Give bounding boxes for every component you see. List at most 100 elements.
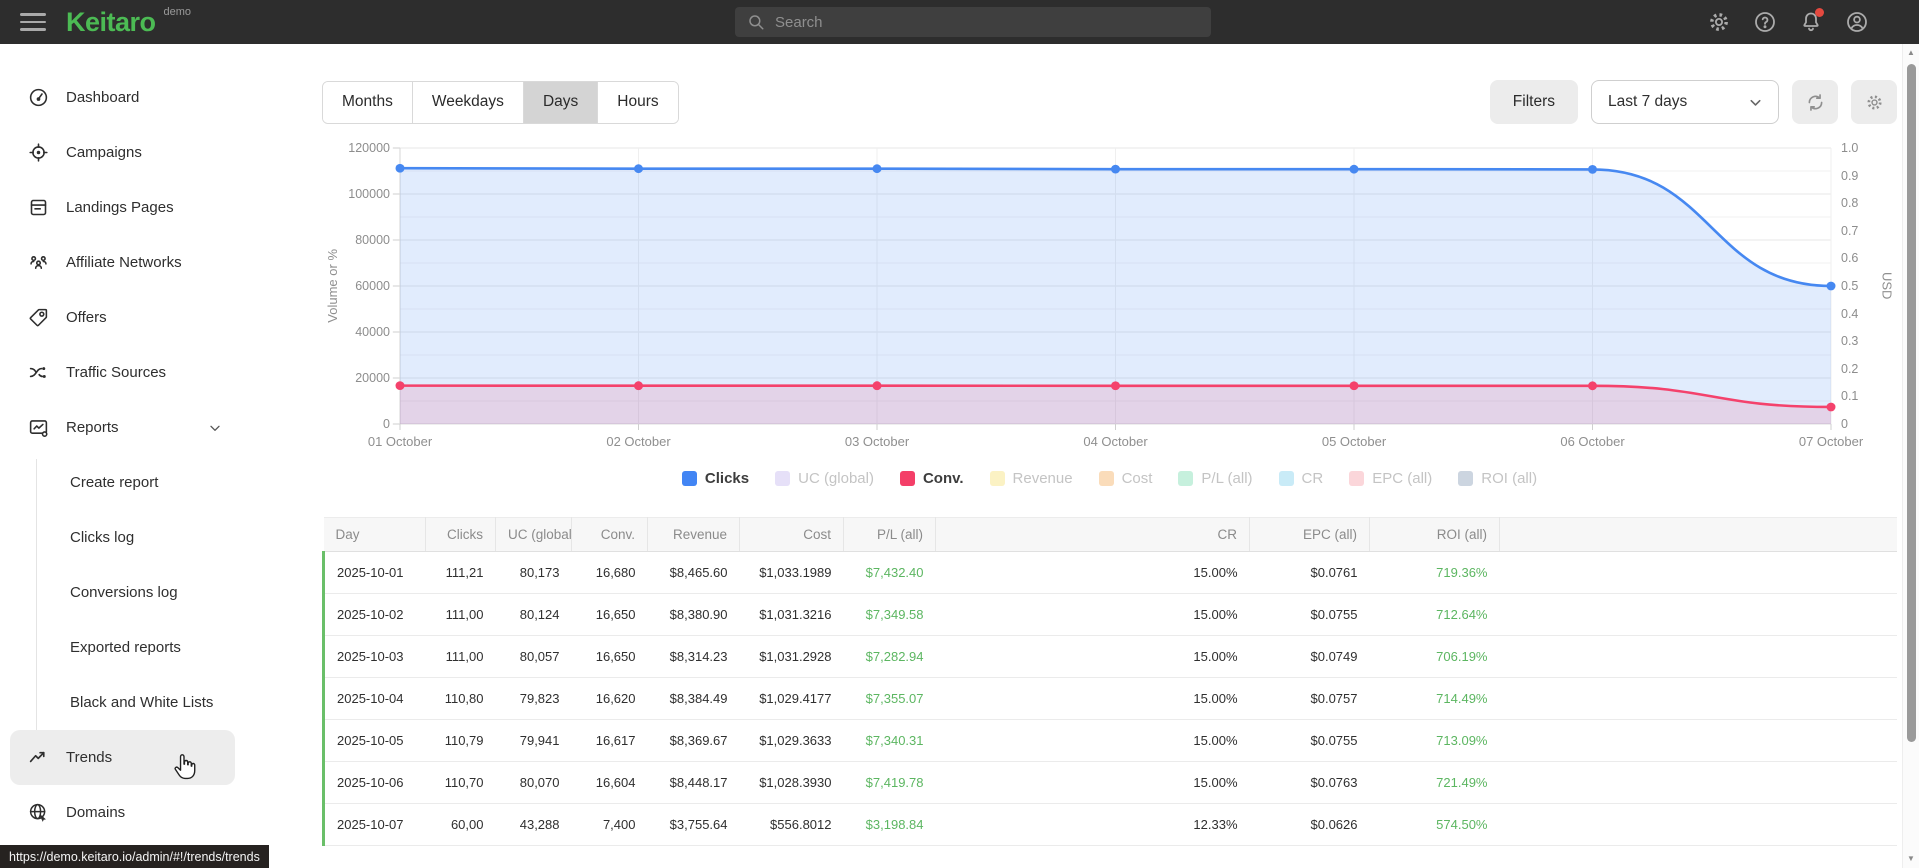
tab-days[interactable]: Days — [523, 81, 599, 123]
legend-swatch-icon — [989, 471, 1005, 486]
table-row: 2025-10-05 110,79 79,941 16,617 $8,369.67 $1,… — [322, 719, 1897, 762]
main-content: Months Weekdays Days Hours Filters Last … — [245, 44, 1919, 868]
tab-weekdays[interactable]: Weekdays — [412, 81, 524, 123]
column-header: CR — [935, 517, 1250, 552]
traffic-sources-icon — [29, 367, 46, 378]
sidebar-item-campaigns[interactable]: Campaigns — [0, 125, 245, 180]
sidebar-item-traffic-sources[interactable]: Traffic Sources — [0, 345, 245, 400]
domains-icon — [29, 803, 46, 822]
filters-button[interactable]: Filters — [1489, 80, 1578, 124]
affiliate-networks-icon — [30, 256, 47, 269]
legend-swatch-icon — [1349, 471, 1365, 486]
legend-item[interactable]: Cost — [1098, 470, 1152, 487]
search-input[interactable] — [775, 13, 1199, 31]
table-row: 2025-10-01 111,21 80,173 16,680 $8,465.60 $1,… — [322, 551, 1897, 594]
sidebar-item-conversions-log[interactable]: Conversions log — [0, 565, 245, 620]
campaigns-icon — [29, 143, 48, 162]
reports-icon — [29, 420, 48, 437]
chart-settings-button[interactable] — [1851, 80, 1897, 124]
x-axis-labels: 01 October 02 October 03 October 04 October… — [367, 434, 1864, 449]
legend-swatch-icon — [1458, 471, 1474, 486]
y-axis-left-title: Volume or % — [324, 249, 340, 323]
column-header: Revenue — [647, 517, 740, 552]
table-row: 2025-10-06 110,70 80,070 16,604 $8,448.17 $1,… — [322, 761, 1897, 804]
brand-badge: demo — [163, 6, 192, 18]
trending-up-icon — [29, 751, 45, 763]
tab-months[interactable]: Months — [323, 81, 413, 123]
search-bar[interactable] — [735, 7, 1211, 37]
refresh-button[interactable] — [1792, 80, 1838, 124]
column-header: Conv. — [571, 517, 648, 552]
column-header: EPC (all) — [1249, 517, 1370, 552]
granularity-tabs: Months Weekdays Days Hours — [322, 80, 679, 124]
legend-item[interactable]: CR — [1278, 470, 1323, 487]
y-axis-right-title: USD — [1879, 272, 1895, 300]
user-account-icon[interactable] — [1845, 10, 1869, 34]
help-icon[interactable] — [1753, 10, 1777, 34]
legend-item[interactable]: EPC (all) — [1349, 470, 1432, 487]
vertical-scrollbar[interactable]: ▲ ▼ — [1902, 44, 1919, 868]
table-body: 2025-10-01 111,21 80,173 16,680 $8,465.60 $1,… — [322, 551, 1897, 846]
chevron-down-icon — [210, 425, 220, 431]
notifications-bell-icon[interactable] — [1799, 8, 1824, 34]
legend-item[interactable]: P/L (all) — [1178, 470, 1253, 487]
column-header: P/L (all) — [843, 517, 936, 552]
column-header: ROI (all) — [1369, 517, 1500, 552]
sidebar-item-domains[interactable]: Domains — [0, 785, 245, 840]
sidebar-item-affiliate-networks[interactable]: Affiliate Networks — [0, 235, 245, 290]
legend-item[interactable]: Revenue — [989, 470, 1073, 487]
table-row: 2025-10-07 60,00 43,288 7,400 $3,755.64 $556.… — [322, 803, 1897, 846]
offers-icon — [29, 308, 48, 327]
legend-swatch-icon — [775, 471, 791, 486]
scroll-up-arrow[interactable]: ▲ — [1903, 46, 1919, 60]
sidebar-item-offers[interactable]: Offers — [0, 290, 245, 345]
date-range-select[interactable]: Last 7 days — [1591, 80, 1779, 124]
sidebar-item-create-report[interactable]: Create report — [0, 455, 245, 510]
status-url-bar: https://demo.keitaro.io/admin/#!/trends/… — [0, 845, 269, 868]
legend-swatch-icon — [1098, 471, 1114, 486]
legend-swatch-icon — [1178, 471, 1194, 486]
sidebar-item-black-white-lists[interactable]: Black and White Lists — [0, 675, 245, 730]
reports-submenu: Create report Clicks log Conversions log… — [0, 455, 245, 785]
scrollbar-thumb[interactable] — [1906, 64, 1916, 742]
sidebar-item-clicks-log[interactable]: Clicks log — [0, 510, 245, 565]
column-header: Day — [323, 517, 426, 552]
column-header: Cost — [739, 517, 844, 552]
scroll-down-arrow[interactable]: ▼ — [1903, 852, 1919, 866]
topbar: Keitaro demo — [0, 0, 1919, 44]
table-row: 2025-10-04 110,80 79,823 16,620 $8,384.49 $1,… — [322, 677, 1897, 720]
legend-swatch-icon — [1278, 471, 1294, 486]
sidebar-item-reports[interactable]: Reports — [0, 400, 245, 455]
y-axis-left-labels: 0 20000 40000 60000 80000 100000 120000 — [348, 141, 390, 431]
plot-area: 01 October 02 October 03 October 04 October… — [368, 147, 1863, 449]
date-range-value: Last 7 days — [1608, 93, 1688, 110]
column-header: Clicks — [425, 517, 496, 552]
tab-hours[interactable]: Hours — [598, 81, 678, 123]
refresh-icon — [1808, 93, 1822, 111]
trend-plot — [392, 147, 1836, 430]
landing-pages-icon — [30, 199, 47, 216]
trends-table: Day Clicks UC (global) Conv. Revenue Cost P/L … — [322, 517, 1897, 846]
legend-item[interactable]: Conv. — [899, 470, 964, 487]
sidebar: Dashboard Campaigns Landings Pages Affil… — [0, 44, 245, 868]
settings-gear-icon[interactable] — [1707, 10, 1731, 34]
legend-swatch-icon — [899, 471, 915, 486]
legend-item[interactable]: ROI (all) — [1458, 470, 1537, 487]
notification-badge — [1815, 8, 1824, 17]
hamburger-menu-icon[interactable] — [20, 13, 46, 31]
chevron-down-icon — [1750, 99, 1761, 106]
sidebar-item-exported-reports[interactable]: Exported reports — [0, 620, 245, 675]
legend-item[interactable]: UC (global) — [775, 470, 874, 487]
chart-legend: Clicks UC (global) Conv. Revenue Cost P/L (al… — [322, 470, 1897, 487]
legend-swatch-icon — [681, 471, 697, 486]
legend-item[interactable]: Clicks — [681, 470, 749, 487]
sidebar-item-landings-pages[interactable]: Landings Pages — [0, 180, 245, 235]
sidebar-item-dashboard[interactable]: Dashboard — [0, 70, 245, 125]
toolbar: Months Weekdays Days Hours Filters Last … — [322, 80, 1897, 124]
sidebar-item-trends[interactable]: Trends — [10, 730, 235, 785]
trends-chart: Volume or % 0 20000 40000 60000 80000 100000 1… — [322, 141, 1897, 487]
y-axis-right-labels: 0 0.1 0.2 0.3 0.4 0.5 0.6 0.7 0.8 0.9 1.0 — [1841, 141, 1859, 431]
gear-icon — [1866, 94, 1882, 110]
search-icon — [749, 15, 764, 30]
table-row: 2025-10-03 111,00 80,057 16,650 $8,314.23 $1,… — [322, 635, 1897, 678]
